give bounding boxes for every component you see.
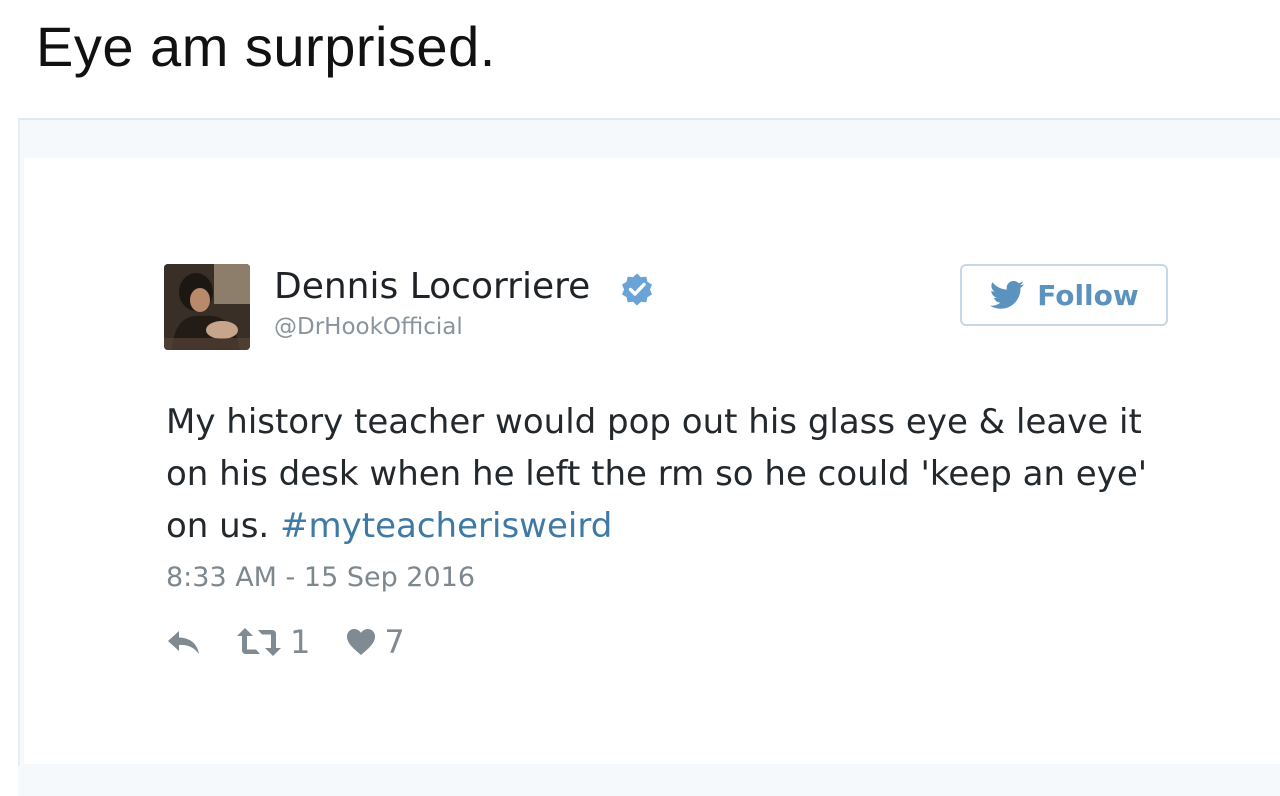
avatar[interactable]	[164, 264, 250, 350]
display-name[interactable]: Dennis Locorriere	[274, 266, 590, 307]
frame-bottom-strip	[18, 766, 1280, 796]
reply-button[interactable]	[166, 628, 202, 656]
verified-badge-icon	[622, 273, 652, 306]
meme-caption: Eye am surprised.	[36, 15, 496, 78]
reply-icon	[168, 631, 199, 654]
tweet-text: My history teacher would pop out his gla…	[166, 396, 1186, 552]
follow-button-label: Follow	[1037, 278, 1139, 312]
tweet-timestamp[interactable]: 8:33 AM - 15 Sep 2016	[166, 562, 475, 593]
user-handle[interactable]: @DrHookOfficial	[274, 314, 463, 340]
twitter-bird-icon	[990, 281, 1025, 309]
retweet-count: 1	[290, 623, 311, 661]
hashtag-link[interactable]: #myteacherisweird	[280, 506, 612, 546]
retweet-button[interactable]: 1	[236, 623, 310, 661]
like-count: 7	[384, 623, 405, 661]
retweet-icon	[237, 628, 281, 656]
avatar-image	[164, 264, 250, 350]
follow-button[interactable]: Follow	[960, 264, 1168, 326]
like-button[interactable]: 7	[346, 623, 405, 661]
tweet-actions: 1 7	[166, 622, 405, 662]
heart-icon	[347, 629, 376, 655]
screenshot-page: Eye am surprised. Dennis Locorriere @DrH…	[0, 0, 1280, 796]
